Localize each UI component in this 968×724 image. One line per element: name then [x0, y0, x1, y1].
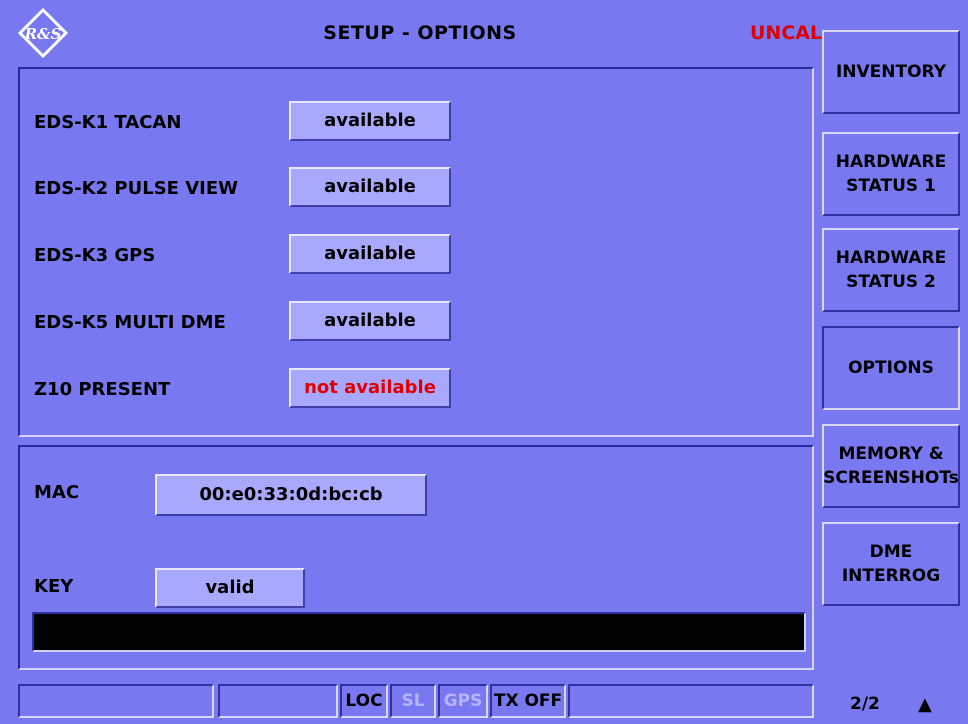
softkey-hw2-line2: STATUS 2 [846, 272, 936, 292]
softkey-dme-line1: DME [869, 542, 913, 562]
status-field-2 [218, 684, 338, 718]
status-gps: GPS [438, 684, 488, 718]
rs-logo: R&S [17, 7, 69, 59]
softkey-options-label: OPTIONS [848, 358, 934, 378]
softkey-mem-line2: SCREENSHOTs [823, 468, 959, 488]
option-value-multi-dme: available [289, 301, 451, 341]
option-value-tacan: available [289, 101, 451, 141]
softkey-hardware-status-2[interactable]: HARDWARE STATUS 2 [822, 228, 960, 312]
page-indicator: 2/2 [850, 694, 880, 714]
softkey-dme-line2: INTERROG [841, 566, 941, 586]
option-label-gps: EDS-K3 GPS [34, 245, 156, 266]
softkey-memory-screenshots[interactable]: MEMORY & SCREENSHOTs [822, 424, 960, 508]
softkey-hw2-line1: HARDWARE [835, 248, 947, 268]
option-label-pulse-view: EDS-K2 PULSE VIEW [34, 178, 238, 199]
logo-text: R&S [24, 25, 62, 43]
status-loc: LOC [340, 684, 388, 718]
status-field-1 [18, 684, 214, 718]
option-label-multi-dme: EDS-K5 MULTI DME [34, 312, 226, 333]
mac-label: MAC [34, 482, 80, 503]
key-label: KEY [34, 576, 74, 597]
option-label-z10: Z10 PRESENT [34, 379, 171, 400]
option-value-pulse-view: available [289, 167, 451, 207]
softkey-mem-line1: MEMORY & [838, 444, 944, 464]
status-field-7 [568, 684, 814, 718]
status-sl: SL [390, 684, 436, 718]
uncal-indicator: UNCAL [750, 22, 823, 44]
softkey-options[interactable]: OPTIONS [822, 326, 960, 410]
key-value: valid [155, 568, 305, 608]
softkey-dme-interrog[interactable]: DME INTERROG [822, 522, 960, 606]
message-bar [32, 612, 806, 652]
softkey-hardware-status-1[interactable]: HARDWARE STATUS 1 [822, 132, 960, 216]
option-value-z10: not available [289, 368, 451, 408]
softkey-hw1-line1: HARDWARE [835, 152, 947, 172]
option-value-gps: available [289, 234, 451, 274]
option-label-tacan: EDS-K1 TACAN [34, 112, 182, 133]
page-title: SETUP - OPTIONS [323, 22, 517, 44]
page-up-icon[interactable]: ▲ [918, 694, 932, 715]
mac-value: 00:e0:33:0d:bc:cb [155, 474, 427, 516]
softkey-hw1-line2: STATUS 1 [846, 176, 936, 196]
status-tx: TX OFF [490, 684, 566, 718]
softkey-inventory[interactable]: INVENTORY [822, 30, 960, 114]
softkey-inventory-label: INVENTORY [835, 62, 947, 82]
